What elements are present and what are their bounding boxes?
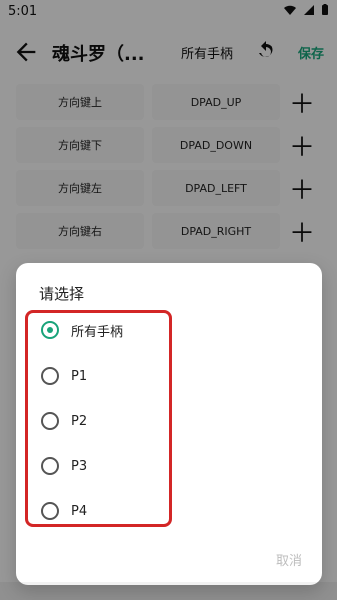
cancel-button[interactable]: 取消 (276, 550, 302, 569)
option-label: P3 (71, 458, 88, 474)
selection-dialog: 请选择 所有手柄 P1 P2 P3 P4 取消 (16, 263, 322, 585)
radio-unselected-icon (41, 502, 59, 520)
dialog-title: 请选择 (39, 285, 85, 303)
option-p1[interactable]: P1 (41, 365, 87, 387)
radio-unselected-icon (41, 457, 59, 475)
option-all-pads[interactable]: 所有手柄 (41, 319, 123, 341)
system-navigation-hint (0, 582, 337, 600)
radio-selected-icon (41, 321, 59, 339)
option-p3[interactable]: P3 (41, 455, 87, 477)
radio-unselected-icon (41, 367, 59, 385)
option-p2[interactable]: P2 (41, 410, 87, 432)
option-label: P2 (71, 413, 88, 429)
option-p4[interactable]: P4 (41, 500, 87, 522)
option-label: 所有手柄 (71, 324, 124, 340)
option-label: P4 (71, 503, 88, 519)
option-label: P1 (71, 368, 88, 384)
radio-unselected-icon (41, 412, 59, 430)
